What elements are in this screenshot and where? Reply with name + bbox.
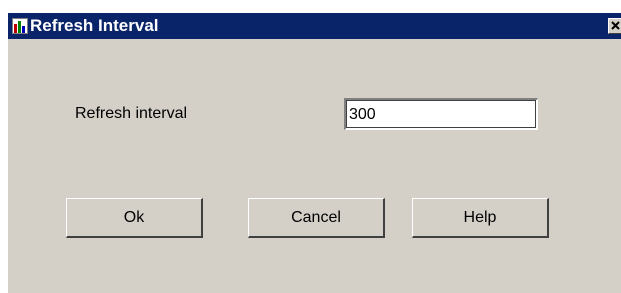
- close-icon: [611, 21, 620, 30]
- refresh-interval-dialog: Refresh Interval Refresh interval Ok Can…: [7, 12, 621, 293]
- cancel-button[interactable]: Cancel: [248, 198, 385, 238]
- ok-button[interactable]: Ok: [66, 198, 203, 238]
- refresh-interval-label: Refresh interval: [75, 105, 188, 122]
- bar-chart-icon[interactable]: [12, 18, 28, 34]
- title-bar[interactable]: Refresh Interval: [8, 13, 621, 39]
- help-button[interactable]: Help: [412, 198, 549, 238]
- close-button[interactable]: [608, 18, 621, 34]
- window-title: Refresh Interval: [30, 16, 159, 35]
- refresh-interval-input[interactable]: [344, 98, 538, 130]
